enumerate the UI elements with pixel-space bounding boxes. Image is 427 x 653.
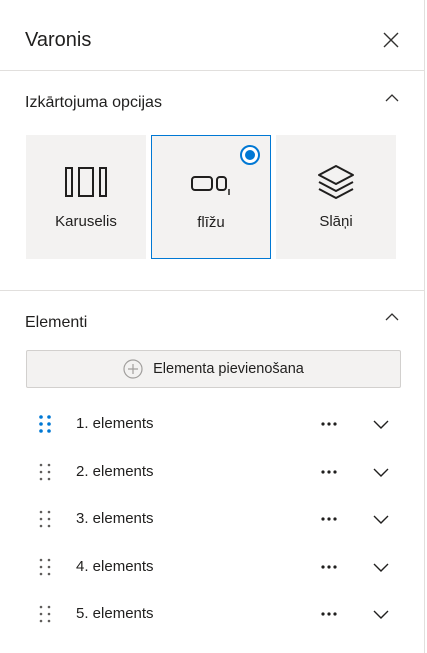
chevron-down-icon [373, 468, 389, 477]
chevron-down-icon [373, 610, 389, 619]
layout-option-layers[interactable]: Slāņi [276, 135, 396, 259]
drag-handle[interactable] [35, 412, 55, 436]
chevron-up-icon [385, 94, 399, 102]
expand-item-button[interactable] [366, 457, 396, 487]
item-label: 4. elements [76, 558, 154, 575]
items-section-collapse-button[interactable] [378, 303, 406, 331]
close-icon [383, 32, 399, 48]
more-options-button[interactable] [314, 599, 344, 629]
layout-section-title: Izkārtojuma opcijas [25, 94, 162, 111]
drag-grip-icon [39, 463, 51, 481]
layout-section-collapse-button[interactable] [378, 84, 406, 112]
pane-title: Varonis [25, 29, 92, 51]
drag-handle[interactable] [35, 555, 55, 579]
expand-item-button[interactable] [366, 409, 396, 439]
layout-option-label: flīžu [197, 214, 225, 231]
layout-option-label: Karuselis [55, 213, 117, 230]
list-item: 5. elements [0, 591, 425, 638]
expand-item-button[interactable] [366, 552, 396, 582]
drag-grip-icon [39, 510, 51, 528]
chevron-down-icon [373, 515, 389, 524]
layout-option-tiles[interactable]: flīžu [151, 135, 271, 259]
layout-options-section: Izkārtojuma opcijas Karuselis flīžu Slāņ… [0, 71, 425, 291]
more-options-button[interactable] [314, 552, 344, 582]
item-label: 1. elements [76, 415, 154, 432]
more-options-button[interactable] [314, 504, 344, 534]
list-item: 1. elements [0, 401, 425, 448]
list-item: 2. elements [0, 449, 425, 496]
more-icon [321, 422, 337, 426]
drag-handle[interactable] [35, 507, 55, 531]
chevron-up-icon [385, 313, 399, 321]
tiles-icon [152, 163, 270, 203]
chevron-down-icon [373, 420, 389, 429]
expand-item-button[interactable] [366, 504, 396, 534]
more-icon [321, 517, 337, 521]
list-item: 3. elements [0, 496, 425, 543]
drag-grip-icon [39, 605, 51, 623]
more-icon [321, 470, 337, 474]
item-label: 5. elements [76, 605, 154, 622]
list-item: 4. elements [0, 544, 425, 591]
chevron-down-icon [373, 563, 389, 572]
layout-option-label: Slāņi [319, 213, 353, 230]
selected-radio-indicator [240, 145, 260, 165]
more-options-button[interactable] [314, 457, 344, 487]
item-label: 3. elements [76, 510, 154, 527]
carousel-icon [26, 162, 146, 202]
drag-handle[interactable] [35, 602, 55, 626]
drag-grip-icon [39, 558, 51, 576]
layers-icon [276, 162, 396, 202]
more-icon [321, 612, 337, 616]
add-circle-icon [123, 359, 143, 379]
pane-header: Varonis [0, 0, 425, 71]
drag-handle[interactable] [35, 460, 55, 484]
add-item-button[interactable]: Elementa pievienošana [26, 350, 401, 388]
more-icon [321, 565, 337, 569]
drag-grip-icon [39, 415, 51, 433]
item-label: 2. elements [76, 463, 154, 480]
items-section-title: Elementi [25, 314, 88, 331]
expand-item-button[interactable] [366, 599, 396, 629]
add-item-label: Elementa pievienošana [153, 361, 304, 377]
layout-option-carousel[interactable]: Karuselis [26, 135, 146, 259]
property-pane: Varonis Izkārtojuma opcijas Karuselis fl… [0, 0, 425, 653]
items-section: Elementi Elementa pievienošana 1. elemen… [0, 291, 425, 653]
close-button[interactable] [376, 25, 406, 55]
more-options-button[interactable] [314, 409, 344, 439]
